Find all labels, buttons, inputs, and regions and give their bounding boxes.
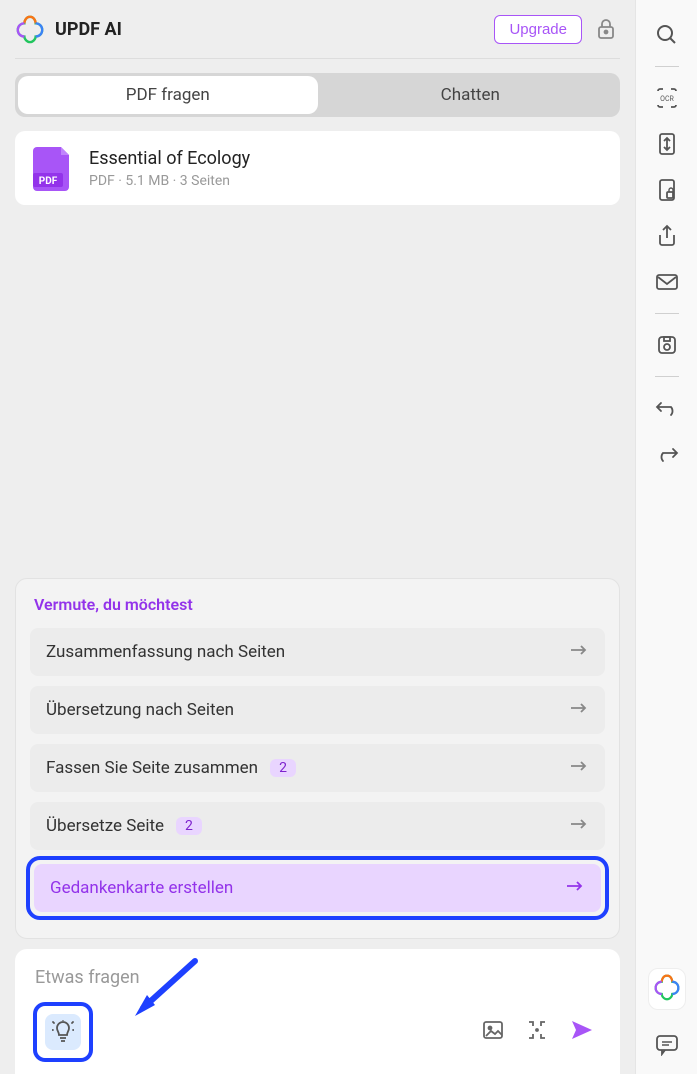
app-title: UPDF AI (55, 19, 484, 40)
arrow-right-icon (569, 642, 589, 662)
search-icon[interactable] (648, 16, 686, 54)
arrow-right-icon (565, 878, 585, 898)
protect-icon[interactable] (648, 171, 686, 209)
crop-icon[interactable] (526, 1019, 548, 1045)
tab-chatten[interactable]: Chatten (321, 73, 621, 117)
chat-input[interactable]: Etwas fragen (35, 959, 600, 1002)
file-meta: PDF · 5.1 MB · 3 Seiten (89, 173, 602, 189)
mail-icon[interactable] (648, 263, 686, 301)
svg-text:OCR: OCR (660, 95, 674, 103)
ideas-button[interactable] (45, 1014, 81, 1050)
send-button[interactable] (570, 1019, 594, 1045)
upgrade-button[interactable]: Upgrade (494, 15, 582, 44)
annotation-highlight-box: Gedankenkarte erstellen (26, 856, 609, 920)
annotation-highlight-box (33, 1002, 93, 1062)
suggestion-item-summarize-page[interactable]: Fassen Sie Seite zusammen 2 (30, 744, 605, 792)
suggestion-item-mindmap[interactable]: Gedankenkarte erstellen (34, 864, 601, 912)
convert-icon[interactable] (648, 125, 686, 163)
updf-ai-icon[interactable] (648, 968, 686, 1010)
suggestion-label: Fassen Sie Seite zusammen (46, 758, 258, 778)
arrow-right-icon (569, 700, 589, 720)
share-icon[interactable] (648, 217, 686, 255)
suggestion-label: Übersetze Seite (46, 816, 164, 836)
mode-tabs: PDF fragen Chatten (15, 73, 620, 117)
suggestion-item-translate-page[interactable]: Übersetze Seite 2 (30, 802, 605, 850)
suggestion-item-summary-pages[interactable]: Zusammenfassung nach Seiten (30, 628, 605, 676)
suggestion-label: Übersetzung nach Seiten (46, 700, 234, 720)
ocr-icon[interactable]: OCR (648, 79, 686, 117)
chat-icon[interactable] (648, 1026, 686, 1064)
page-badge: 2 (176, 817, 202, 835)
redo-icon[interactable] (648, 435, 686, 473)
file-card[interactable]: PDF Essential of Ecology PDF · 5.1 MB · … (15, 131, 620, 205)
save-icon[interactable] (648, 326, 686, 364)
suggestion-label: Zusammenfassung nach Seiten (46, 642, 285, 662)
lock-icon[interactable] (592, 15, 620, 43)
image-icon[interactable] (482, 1020, 504, 1044)
input-area: Etwas fragen (15, 949, 620, 1074)
suggestion-item-translate-pages[interactable]: Übersetzung nach Seiten (30, 686, 605, 734)
tab-pdf-fragen[interactable]: PDF fragen (18, 76, 318, 114)
side-toolbar: OCR (635, 0, 697, 1074)
arrow-right-icon (569, 816, 589, 836)
suggestion-label: Gedankenkarte erstellen (50, 878, 233, 898)
suggestions-title: Vermute, du möchtest (30, 595, 605, 614)
suggestions-panel: Vermute, du möchtest Zusammenfassung nac… (15, 578, 620, 939)
updf-logo-icon (15, 14, 45, 44)
page-badge: 2 (270, 759, 296, 777)
file-name: Essential of Ecology (89, 148, 602, 169)
arrow-right-icon (569, 758, 589, 778)
pdf-file-icon: PDF (33, 145, 73, 191)
undo-icon[interactable] (648, 389, 686, 427)
svg-text:PDF: PDF (39, 176, 58, 187)
